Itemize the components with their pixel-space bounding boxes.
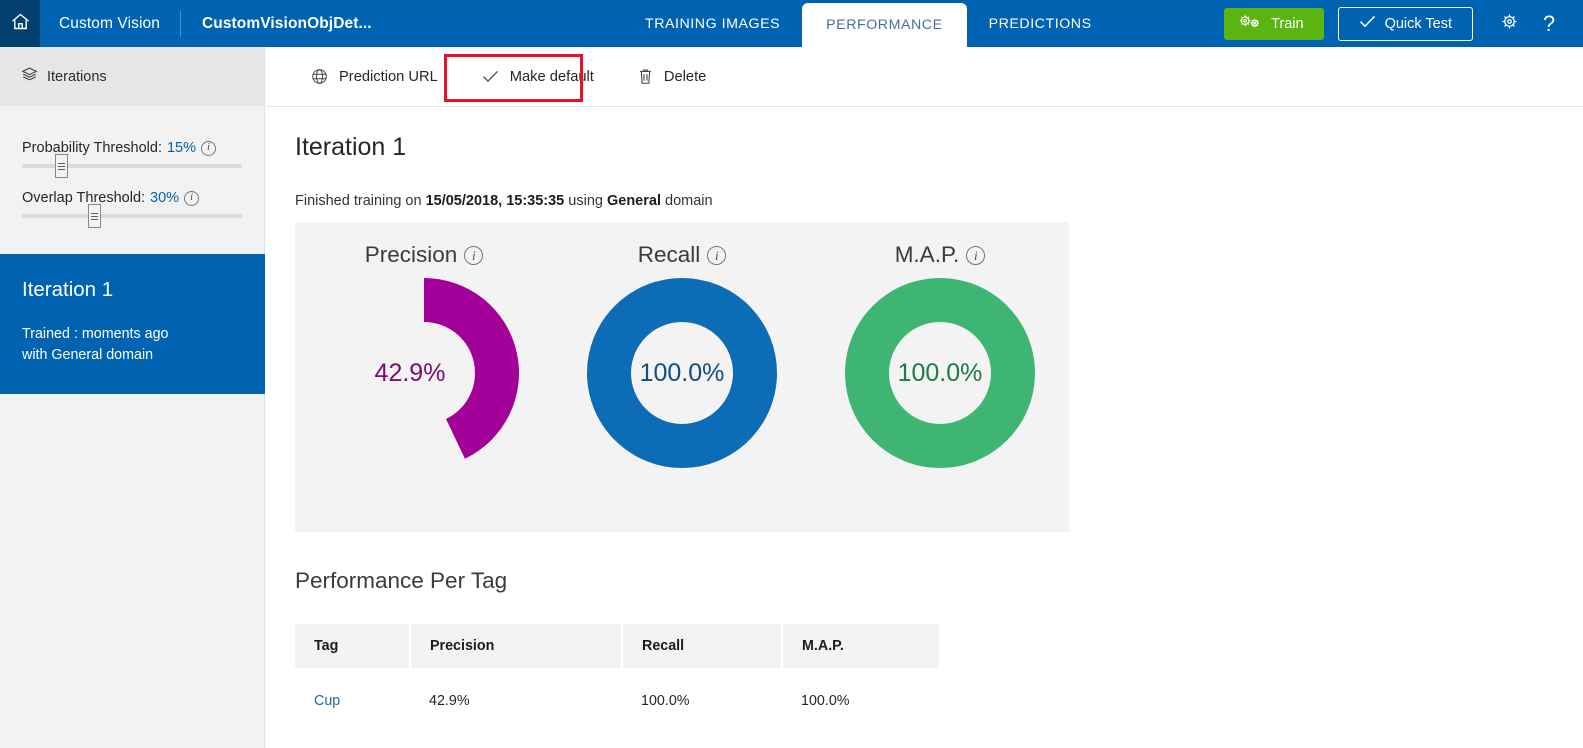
precision-value: 42.9% [315, 278, 505, 468]
help-button[interactable]: ? [1529, 0, 1569, 47]
metric-precision: Precision i 42.9% [295, 222, 553, 532]
gears-icon [1238, 13, 1262, 34]
question-mark-icon: ? [1543, 11, 1555, 37]
main-tabs: TRAINING IMAGES PERFORMANCE PREDICTIONS [623, 0, 1114, 47]
tab-training-images[interactable]: TRAINING IMAGES [623, 0, 802, 47]
overlap-threshold-label: Overlap Threshold: 30% i [22, 190, 242, 206]
finished-datetime: 15/05/2018, 15:35:35 [426, 193, 565, 209]
iteration-card-line1: Trained : moments ago [22, 324, 265, 345]
check-icon [1359, 15, 1376, 32]
map-info-icon[interactable]: i [966, 246, 985, 265]
finished-suffix: domain [661, 193, 713, 209]
delete-label: Delete [664, 69, 706, 85]
layers-icon [21, 66, 38, 87]
precision-donut-chart: 42.9% [329, 278, 519, 468]
table-row: Cup 42.9% 100.0% 100.0% [295, 668, 940, 723]
metric-map: M.A.P. i 100.0% [811, 222, 1069, 532]
overlap-threshold-slider[interactable] [22, 214, 242, 218]
sidebar-header: Iterations [0, 47, 264, 106]
tag-link-cup[interactable]: Cup [314, 693, 340, 709]
threshold-controls: Probability Threshold: 15% i Overlap Thr… [0, 106, 264, 218]
column-header-tag: Tag [295, 624, 410, 668]
finished-prefix: Finished training on [295, 193, 426, 209]
trash-icon [638, 68, 653, 85]
settings-button[interactable] [1489, 0, 1529, 47]
metric-map-title-row: M.A.P. i [895, 242, 986, 268]
train-button[interactable]: Train [1224, 8, 1324, 40]
sidebar: Iterations Probability Threshold: 15% i … [0, 47, 265, 748]
make-default-button[interactable]: Make default [460, 47, 616, 107]
overlap-threshold-value: 30% [150, 190, 179, 206]
metric-recall: Recall i 100.0% [553, 222, 811, 532]
performance-per-tag-table: Tag Precision Recall M.A.P. Cup 42.9% 10… [295, 624, 941, 723]
probability-slider-thumb[interactable] [55, 154, 68, 178]
tab-performance-label: PERFORMANCE [826, 17, 942, 33]
train-button-label: Train [1271, 16, 1304, 32]
probability-info-icon[interactable]: i [201, 141, 216, 156]
tab-predictions[interactable]: PREDICTIONS [967, 0, 1114, 47]
brand-link[interactable]: Custom Vision [40, 0, 160, 47]
metric-precision-title-row: Precision i [365, 242, 484, 268]
sidebar-item-iteration-1[interactable]: Iteration 1 Trained : moments ago with G… [0, 254, 265, 394]
project-name[interactable]: CustomVisionObjDet... [181, 0, 372, 47]
map-value: 100.0% [845, 278, 1035, 468]
command-bar: Prediction URL Make default Delete [266, 47, 1583, 107]
metric-precision-title: Precision [365, 242, 458, 268]
recall-donut-chart: 100.0% [587, 278, 777, 468]
top-navigation-bar: Custom Vision CustomVisionObjDet... TRAI… [0, 0, 1583, 47]
precision-info-icon[interactable]: i [464, 246, 483, 265]
cell-recall: 100.0% [622, 668, 782, 723]
check-icon [482, 70, 499, 83]
gear-icon [1499, 11, 1520, 37]
map-donut-chart: 100.0% [845, 278, 1035, 468]
iteration-card-line2: with General domain [22, 345, 265, 366]
top-actions: Train Quick Test ? [1224, 0, 1583, 47]
column-header-precision: Precision [410, 624, 622, 668]
make-default-label: Make default [510, 69, 594, 85]
tab-predictions-label: PREDICTIONS [989, 16, 1092, 32]
overlap-slider-thumb[interactable] [88, 204, 101, 228]
cell-precision: 42.9% [410, 668, 622, 723]
sidebar-header-label: Iterations [47, 69, 107, 85]
training-summary: Finished training on 15/05/2018, 15:35:3… [295, 193, 713, 209]
tab-performance[interactable]: PERFORMANCE [802, 3, 966, 47]
tab-training-images-label: TRAINING IMAGES [645, 16, 780, 32]
prediction-url-button[interactable]: Prediction URL [289, 47, 460, 107]
metric-recall-title: Recall [638, 242, 701, 268]
metric-recall-title-row: Recall i [638, 242, 727, 268]
iteration-card-title: Iteration 1 [22, 278, 265, 302]
performance-per-tag-title: Performance Per Tag [295, 568, 507, 594]
main-content: Iteration 1 Finished training on 15/05/2… [266, 108, 1583, 748]
prediction-url-label: Prediction URL [339, 69, 438, 85]
finished-domain: General [607, 193, 661, 209]
overlap-info-icon[interactable]: i [184, 191, 199, 206]
table-header-row: Tag Precision Recall M.A.P. [295, 624, 940, 668]
page-title: Iteration 1 [295, 133, 406, 162]
metric-map-title: M.A.P. [895, 242, 960, 268]
cell-map: 100.0% [782, 668, 940, 723]
column-header-map: M.A.P. [782, 624, 940, 668]
recall-value: 100.0% [587, 278, 777, 468]
probability-threshold-value: 15% [167, 140, 196, 156]
probability-threshold-text: Probability Threshold: [22, 140, 162, 156]
brand-label: Custom Vision [59, 15, 160, 33]
metrics-summary-card: Precision i 42.9% Recall i 100.0% [295, 222, 1069, 532]
home-button[interactable] [0, 0, 40, 47]
home-icon [10, 11, 31, 37]
delete-button[interactable]: Delete [616, 47, 728, 107]
finished-middle: using [564, 193, 607, 209]
column-header-recall: Recall [622, 624, 782, 668]
recall-info-icon[interactable]: i [707, 246, 726, 265]
quick-test-button[interactable]: Quick Test [1338, 7, 1473, 41]
project-name-label: CustomVisionObjDet... [202, 15, 372, 33]
globe-icon [311, 68, 328, 85]
overlap-threshold-text: Overlap Threshold: [22, 190, 145, 206]
probability-threshold-slider[interactable] [22, 164, 242, 168]
cell-tag: Cup [295, 668, 410, 723]
quick-test-button-label: Quick Test [1385, 16, 1452, 32]
